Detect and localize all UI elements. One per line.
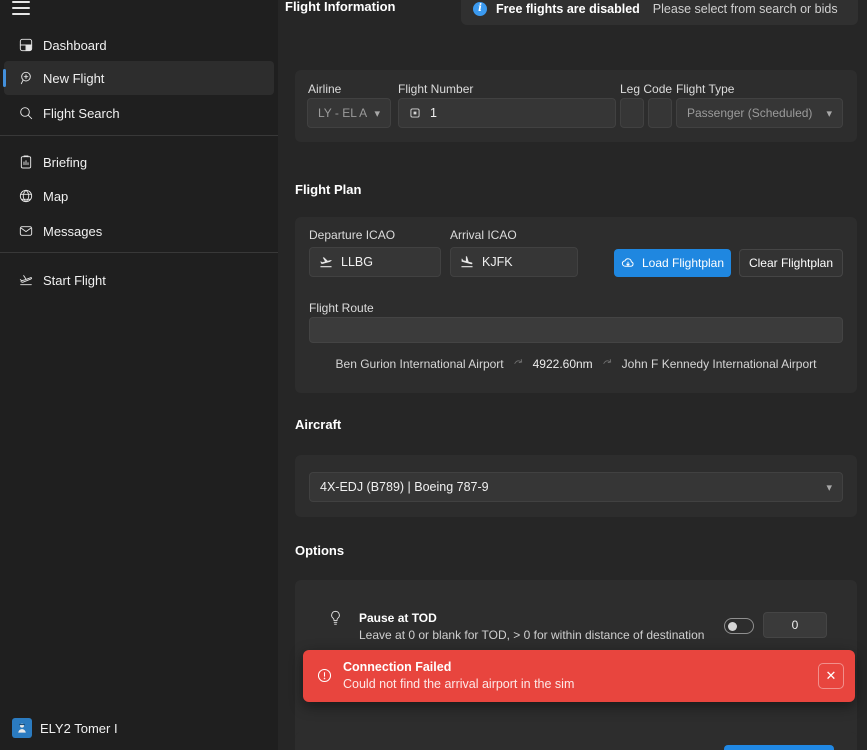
sidebar-item-messages[interactable]: Messages	[4, 214, 274, 248]
airline-select[interactable]: LY - EL AL ▾	[307, 98, 391, 128]
numpad-icon	[408, 106, 422, 120]
leg-code-input-1[interactable]	[620, 98, 644, 128]
sidebar-item-label: New Flight	[43, 71, 104, 86]
arrival-icao-input[interactable]: KJFK	[450, 247, 578, 277]
flight-plan-heading: Flight Plan	[295, 182, 361, 197]
chevron-down-icon: ▾	[826, 107, 832, 120]
flight-number-value: 1	[430, 106, 437, 120]
user-avatar	[12, 718, 32, 738]
sidebar: Dashboard New Flight Flight Search Brief…	[0, 0, 278, 750]
sidebar-item-label: Start Flight	[43, 273, 106, 288]
notice-banner: i Free flights are disabled Please selec…	[461, 0, 858, 25]
sidebar-item-label: Map	[43, 189, 68, 204]
hamburger-menu-icon[interactable]	[12, 1, 30, 15]
search-icon	[17, 105, 34, 122]
sidebar-item-map[interactable]: Map	[4, 179, 274, 213]
new-flight-pin-icon	[17, 70, 34, 87]
download-cloud-icon	[621, 256, 635, 270]
dashboard-icon	[17, 37, 34, 54]
departure-airport-name: Ben Gurion International Airport	[336, 357, 504, 371]
flight-type-select[interactable]: Passenger (Scheduled) ▾	[676, 98, 843, 128]
departure-icao-label: Departure ICAO	[309, 228, 395, 242]
aircraft-heading: Aircraft	[295, 417, 341, 432]
close-icon: ✕	[826, 668, 837, 684]
options-heading: Options	[295, 543, 344, 558]
leg-code-label: Leg Code	[620, 82, 672, 96]
banner-title: Free flights are disabled	[496, 2, 640, 16]
chevron-down-icon: ▾	[826, 481, 832, 494]
messages-envelope-icon	[17, 223, 34, 240]
error-icon	[316, 667, 333, 684]
pause-tod-description: Leave at 0 or blank for TOD, > 0 for wit…	[359, 628, 704, 642]
landing-icon	[460, 255, 474, 269]
departure-icao-value: LLBG	[341, 255, 373, 269]
sidebar-item-new-flight[interactable]: New Flight	[4, 61, 274, 95]
info-icon: i	[473, 2, 487, 16]
user-name: ELY2 Tomer I	[40, 721, 118, 736]
route-arrow-icon	[602, 357, 613, 371]
user-footer[interactable]: ELY2 Tomer I	[0, 712, 278, 744]
selection-accent-bar	[3, 69, 6, 87]
leg-code-input-2[interactable]	[648, 98, 672, 128]
toast-title: Connection Failed	[343, 660, 451, 674]
aircraft-select[interactable]: 4X-EDJ (B789) | Boeing 787-9 ▾	[309, 472, 843, 502]
flight-route-input[interactable]	[309, 317, 843, 343]
load-flightplan-button[interactable]: Load Flightplan	[614, 249, 731, 277]
lightbulb-icon	[328, 608, 343, 634]
aircraft-card: 4X-EDJ (B789) | Boeing 787-9 ▾	[295, 455, 857, 517]
route-summary: Ben Gurion International Airport 4922.60…	[295, 357, 857, 371]
sidebar-item-label: Dashboard	[43, 38, 107, 53]
primary-action-button[interactable]	[724, 745, 834, 750]
flight-number-input[interactable]: 1	[398, 98, 616, 128]
sidebar-divider	[0, 135, 278, 136]
arrival-airport-name: John F Kennedy International Airport	[622, 357, 817, 371]
pause-tod-toggle[interactable]	[724, 618, 754, 634]
flight-route-label: Flight Route	[309, 301, 374, 315]
flight-info-card: Airline LY - EL AL ▾ Flight Number 1 Leg…	[295, 70, 857, 142]
route-distance: 4922.60nm	[533, 357, 593, 371]
banner-text: Please select from search or bids	[653, 2, 838, 16]
error-toast: Connection Failed Could not find the arr…	[303, 650, 855, 702]
pause-tod-title: Pause at TOD	[359, 611, 437, 625]
sidebar-divider	[0, 252, 278, 253]
start-flight-takeoff-icon	[17, 272, 34, 289]
map-globe-icon	[17, 188, 34, 205]
arrival-icao-value: KJFK	[482, 255, 513, 269]
departure-icao-input[interactable]: LLBG	[309, 247, 441, 277]
toast-message: Could not find the arrival airport in th…	[343, 677, 574, 691]
sidebar-item-label: Messages	[43, 224, 102, 239]
sidebar-item-dashboard[interactable]: Dashboard	[4, 28, 274, 62]
sidebar-item-briefing[interactable]: Briefing	[4, 145, 274, 179]
sidebar-item-label: Briefing	[43, 155, 87, 170]
pause-distance-input[interactable]: 0	[763, 612, 827, 638]
airline-label: Airline	[308, 82, 341, 96]
sidebar-item-flight-search[interactable]: Flight Search	[4, 96, 274, 130]
sidebar-item-label: Flight Search	[43, 106, 120, 121]
chevron-down-icon: ▾	[374, 107, 380, 120]
flight-number-label: Flight Number	[398, 82, 473, 96]
clear-flightplan-button[interactable]: Clear Flightplan	[739, 249, 843, 277]
page-title: Flight Information	[285, 0, 395, 14]
flight-plan-card: Departure ICAO LLBG Arrival ICAO KJFK Lo…	[295, 217, 857, 393]
route-arrow-icon	[513, 357, 524, 371]
briefing-clipboard-icon	[17, 154, 34, 171]
flight-type-label: Flight Type	[676, 82, 734, 96]
sidebar-item-start-flight[interactable]: Start Flight	[4, 263, 274, 297]
toggle-knob	[728, 622, 737, 631]
takeoff-icon	[319, 255, 333, 269]
toast-close-button[interactable]: ✕	[818, 663, 844, 689]
app-window: Dashboard New Flight Flight Search Brief…	[0, 0, 867, 750]
arrival-icao-label: Arrival ICAO	[450, 228, 517, 242]
main-content: Flight Information i Free flights are di…	[278, 0, 867, 750]
